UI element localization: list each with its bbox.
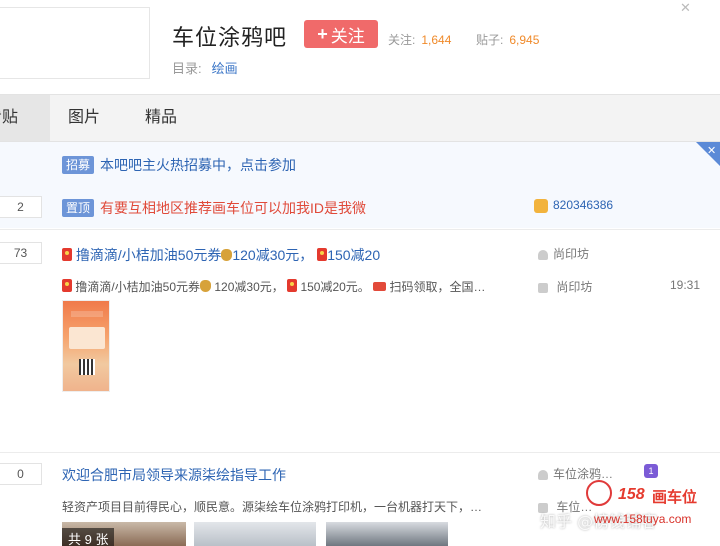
reply-count: 2 (0, 196, 42, 218)
notice-tag: 招募 (62, 156, 95, 174)
logo-text: 画车位 (652, 489, 698, 506)
user-icon (538, 469, 548, 480)
truck-icon (373, 282, 387, 291)
post-author[interactable]: 尚印坊 (538, 245, 589, 262)
notice-sticky[interactable]: 2 置顶 有要互相地区推荐画车位可以加我ID是我微 820346386 (0, 186, 720, 228)
logo-url: www.158tuya.com (594, 512, 692, 526)
divider (0, 452, 720, 453)
sticky-tag: 置顶 (62, 199, 95, 217)
follow-button-label: 关注 (330, 26, 365, 46)
last-reply-author[interactable]: 尚印坊 (538, 278, 592, 295)
followers-stat: 关注: 1,644 (388, 31, 451, 48)
divider (0, 229, 720, 230)
follow-button[interactable]: + 关注 (304, 20, 378, 48)
money-bag-icon (200, 280, 212, 292)
last-reply-author[interactable]: 车位… (538, 498, 592, 515)
posts-stat: 贴子: 6,945 (476, 31, 539, 48)
logo-number: 158 (618, 486, 645, 503)
red-packet-icon (317, 248, 328, 261)
post-title[interactable]: 欢迎合肥市局领导来源柒绘指导工作 (62, 465, 286, 485)
red-packet-icon (287, 279, 298, 292)
post-photo[interactable] (326, 522, 448, 546)
tab-images[interactable]: 图片 (68, 95, 100, 141)
post-abstract: 轻资产项目目前得民心，顺民意。源柒绘车位涂鸦打印机，一台机器打天下，… (62, 500, 483, 514)
tab-featured[interactable]: 精品 (145, 95, 177, 141)
notice-recruit[interactable]: 招募 本吧吧主火热招募中，点击参加 ✕ (0, 142, 720, 186)
vip-crown-icon (534, 198, 548, 213)
posts-count: 6,945 (509, 33, 540, 47)
thumb-coupon (69, 327, 105, 349)
money-bag-icon (221, 249, 233, 261)
mascot-icon (586, 480, 612, 506)
posts-label: 贴子: (476, 33, 504, 47)
close-icon[interactable]: ✕ (707, 144, 716, 157)
forum-avatar[interactable] (0, 7, 150, 79)
photo-count-badge: 共 9 张 (62, 528, 115, 546)
notice-text[interactable]: 本吧吧主火热招募中，点击参加 (100, 157, 296, 173)
reply-count: 0 (0, 463, 42, 485)
catalog-link[interactable]: 绘画 (212, 61, 238, 76)
thumb-banner (71, 311, 103, 317)
post-abstract: 撸滴滴/小桔加油50元券 120减30元， 150减20元。 扫码领取，全国… (62, 278, 486, 295)
post-photo[interactable] (194, 522, 316, 546)
sticky-title[interactable]: 有要互相地区推荐画车位可以加我ID是我微 (100, 200, 366, 216)
followers-count: 1,644 (421, 33, 452, 47)
last-reply-time: 19:31 (670, 278, 701, 292)
post-title[interactable]: 撸滴滴/小桔加油50元券 120减30元， 150减20 (62, 245, 380, 265)
red-packet-icon (62, 248, 72, 261)
close-icon[interactable]: ✕ (680, 0, 691, 16)
plus-icon: + (317, 23, 328, 44)
sticky-author[interactable]: 820346386 (534, 198, 613, 213)
level-badge-icon: 1 (644, 464, 658, 478)
tab-posts[interactable]: 看贴 (0, 95, 50, 141)
reply-count: 73 (0, 242, 42, 264)
red-packet-icon (62, 279, 72, 292)
comment-icon (538, 282, 548, 293)
tab-bar: 看贴 图片 精品 (0, 94, 720, 142)
catalog: 目录: 绘画 (172, 58, 238, 77)
forum-title[interactable]: 车位涂鸦吧 (172, 20, 287, 52)
comment-icon (538, 502, 548, 513)
user-icon (538, 249, 548, 260)
followers-label: 关注: (388, 33, 416, 47)
post-thumbnail[interactable] (62, 300, 110, 392)
brand-logo: 158 画车位 www.158tuya.com (586, 480, 714, 532)
catalog-label: 目录: (172, 61, 202, 76)
qr-code-icon (79, 359, 95, 375)
forum-header: 车位涂鸦吧 + 关注 关注: 1,644 贴子: 6,945 目录: 绘画 ✕ (0, 0, 720, 94)
